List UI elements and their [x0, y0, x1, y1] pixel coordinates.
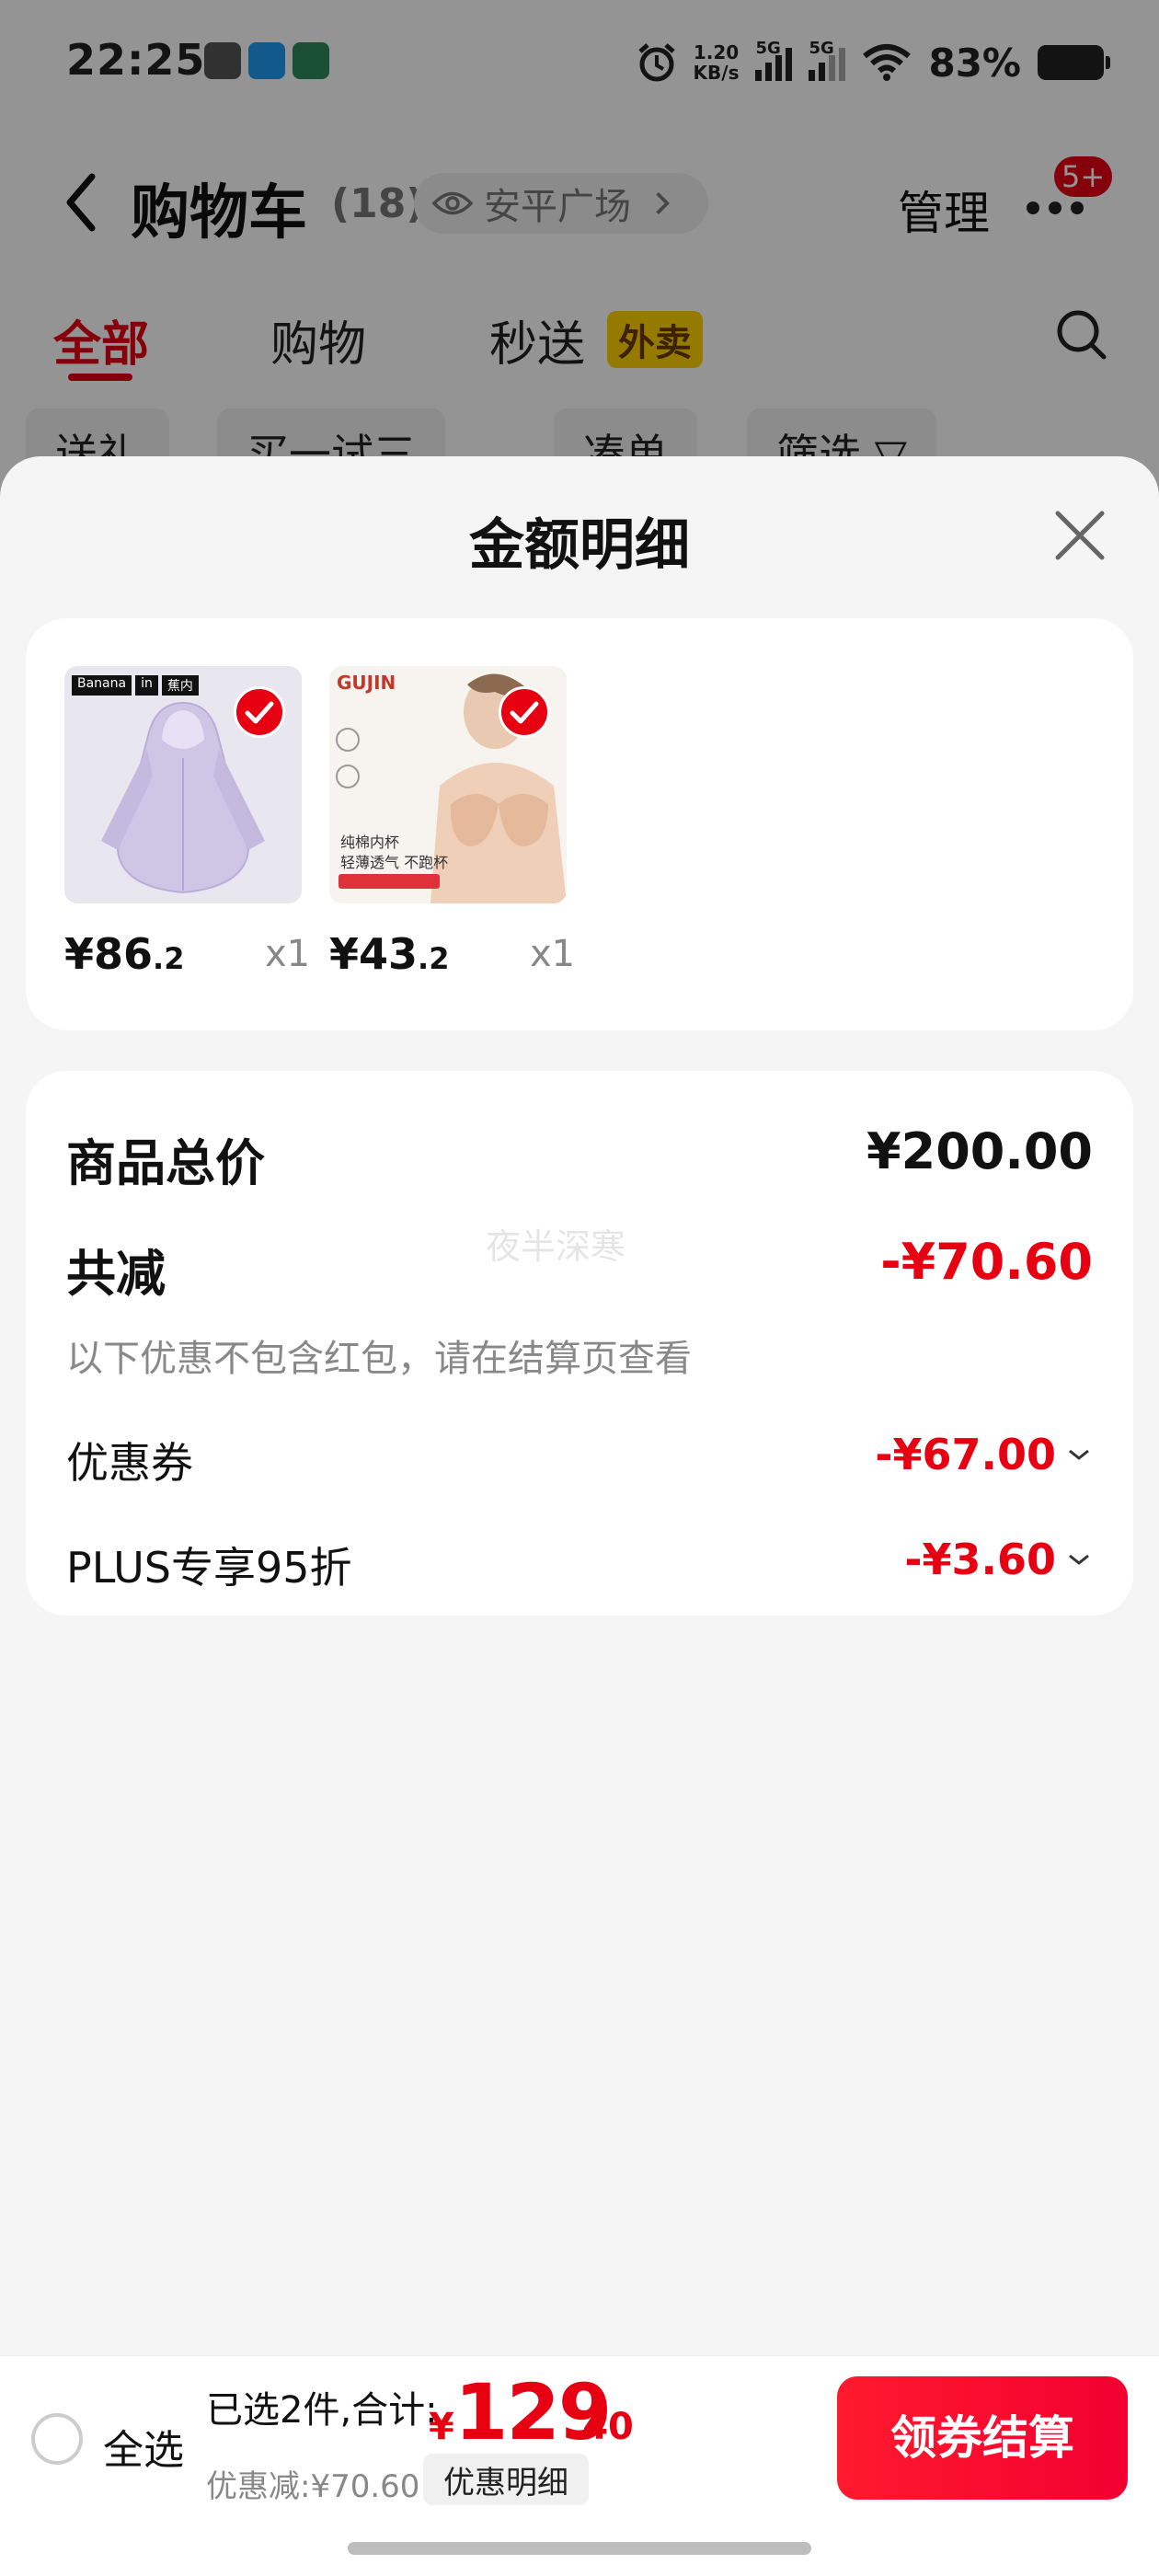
product-quantity: x1 [530, 933, 576, 975]
chevron-down-icon [1069, 1554, 1089, 1565]
total-currency: ¥ [429, 2406, 454, 2448]
discount-note: 以下优惠不包含红包，请在结算页查看 [66, 1338, 692, 1380]
amount-detail-sheet: 金额明细 Banana in 蕉内 ¥86.2 x1 GUJIN 纯棉内杯 轻薄… [0, 456, 1159, 2576]
coupon-label: 优惠券 [66, 1438, 193, 1488]
close-icon [1055, 511, 1105, 560]
select-all-checkbox[interactable] [31, 2413, 83, 2465]
product-image: GUJIN 纯棉内杯 轻薄透气 不跑杯 [329, 666, 567, 903]
image-caption: 纯棉内杯 [340, 834, 400, 851]
price-breakdown-card: 商品总价 ¥200.00 夜半深寒 共减 -¥70.60 以下优惠不包含红包，请… [26, 1071, 1133, 1616]
plus-discount-value: -¥3.60 [904, 1535, 1056, 1584]
image-red-strip [339, 874, 440, 889]
close-button[interactable] [1049, 504, 1111, 567]
selected-check [499, 686, 550, 738]
checkout-bar: 全选 已选2件,合计: ¥ 129 .40 优惠减:¥70.60 优惠明细 领券… [0, 2355, 1159, 2576]
plus-discount-label: PLUS专享95折 [66, 1543, 352, 1593]
image-caption: 轻薄透气 不跑杯 [340, 854, 449, 871]
selected-summary: 已选2件,合计: [206, 2389, 438, 2432]
total-amount-decimal: .40 [568, 2406, 634, 2448]
total-reduction-value: -¥70.60 [880, 1233, 1093, 1291]
total-reduction-label: 共减 [66, 1245, 166, 1303]
total-price-label: 商品总价 [66, 1134, 265, 1192]
home-indicator[interactable] [348, 2542, 811, 2555]
product-image: Banana in 蕉内 [64, 666, 302, 903]
checkout-button[interactable]: 领券结算 [837, 2376, 1128, 2500]
checkmark-icon [245, 701, 274, 724]
discount-summary: 优惠减:¥70.60 [206, 2468, 420, 2505]
product-price: ¥43.2 [329, 929, 450, 979]
selected-products-card: Banana in 蕉内 ¥86.2 x1 GUJIN 纯棉内杯 轻薄透气 不跑… [26, 618, 1133, 1030]
selected-check [234, 686, 285, 738]
total-price-value: ¥200.00 [866, 1122, 1093, 1180]
select-all-label[interactable]: 全选 [103, 2417, 184, 2476]
modal-overlay[interactable] [0, 0, 1159, 515]
plus-row-toggle[interactable]: -¥3.60 [904, 1535, 1093, 1584]
coupon-value: -¥67.00 [875, 1430, 1056, 1479]
watermark: 夜半深寒 [486, 1226, 626, 1267]
page: 22:25 1.20 KB/s 5G 5G 83% 购物车 (18) 安平广场 … [0, 0, 1159, 2576]
checkmark-icon [510, 701, 539, 724]
coupon-row-toggle[interactable]: -¥67.00 [875, 1430, 1093, 1479]
product-quantity: x1 [265, 933, 311, 975]
chevron-down-icon [1069, 1449, 1089, 1460]
discount-detail-button[interactable]: 优惠明细 [423, 2454, 589, 2505]
product-item[interactable]: Banana in 蕉内 ¥86.2 x1 [64, 666, 313, 979]
sheet-title: 金额明细 [469, 513, 690, 578]
product-item[interactable]: GUJIN 纯棉内杯 轻薄透气 不跑杯 ¥43.2 x1 [329, 666, 578, 979]
product-price: ¥86.2 [64, 929, 185, 979]
